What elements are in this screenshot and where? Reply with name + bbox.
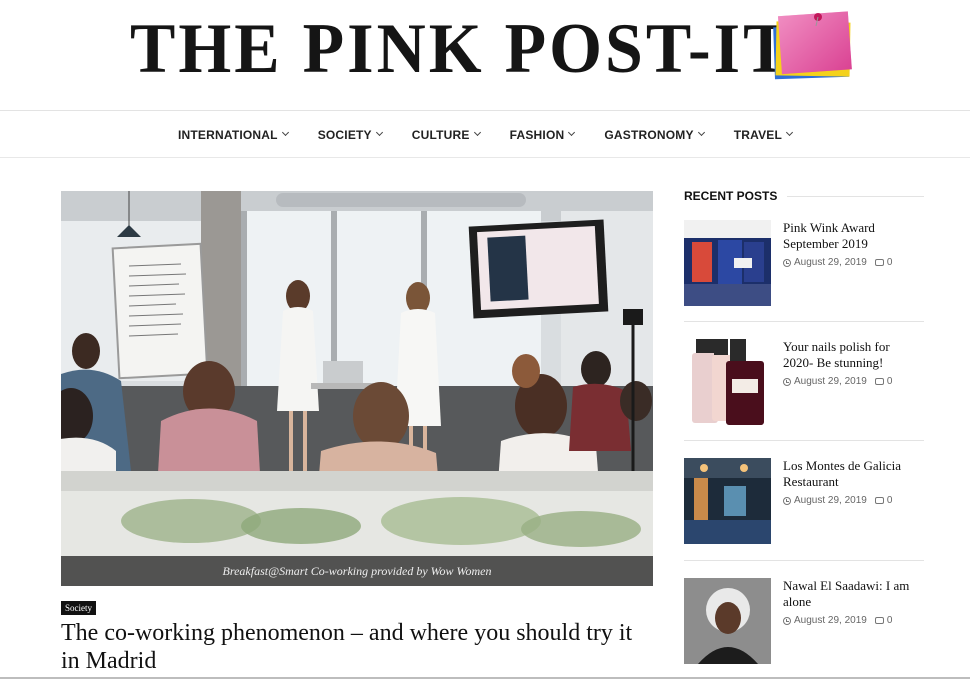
nav-label: TRAVEL: [733, 127, 783, 142]
comment-count[interactable]: 0: [887, 495, 893, 506]
post-title[interactable]: Los Montes de Galicia Restaurant: [783, 458, 923, 490]
featured-image[interactable]: Breakfast@Smart Co-working provided by W…: [61, 191, 653, 586]
comment-icon: [874, 378, 884, 385]
nav-item-international[interactable]: INTERNATIONAL: [177, 127, 289, 142]
pink-post-it-icon: [773, 11, 852, 80]
sidebar-heading-label: RECENT POSTS: [684, 189, 778, 203]
main-nav: INTERNATIONAL SOCIETY CULTURE FASHION GA…: [0, 112, 970, 158]
nav-item-society[interactable]: SOCIETY: [317, 127, 383, 142]
comment-icon: [874, 617, 884, 624]
category-badge[interactable]: Society: [61, 601, 96, 615]
post-thumbnail[interactable]: [684, 458, 771, 544]
post-meta: August 29, 2019 0: [783, 376, 892, 387]
article-title[interactable]: The co-working phenomenon – and where yo…: [61, 619, 651, 675]
clock-icon: [783, 258, 791, 267]
divider: [684, 321, 924, 322]
divider: [684, 560, 924, 561]
masthead: THE PINK POST-IT: [0, 0, 970, 111]
nav-item-travel[interactable]: TRAVEL: [733, 127, 794, 142]
chevron-down-icon: [697, 128, 705, 137]
chevron-down-icon: [375, 128, 383, 137]
clock-icon: [783, 496, 791, 505]
clock-icon: [783, 616, 791, 625]
post-date: August 29, 2019: [794, 495, 867, 506]
post-date: August 29, 2019: [794, 257, 867, 268]
chevron-down-icon: [568, 128, 576, 137]
comment-count[interactable]: 0: [887, 615, 893, 626]
comment-count[interactable]: 0: [887, 257, 893, 268]
post-thumbnail[interactable]: [684, 578, 771, 664]
divider: [684, 440, 924, 441]
recent-post-item[interactable]: Los Montes de Galicia Restaurant August …: [684, 458, 924, 546]
post-thumbnail[interactable]: [684, 339, 771, 425]
coworking-photo: [61, 191, 653, 586]
post-thumbnail[interactable]: [684, 220, 771, 306]
post-title[interactable]: Nawal El Saadawi: I am alone: [783, 578, 923, 610]
post-title[interactable]: Your nails polish for 2020- Be stunning!: [783, 339, 923, 371]
nav-label: FASHION: [509, 127, 565, 142]
site-logo[interactable]: THE PINK POST-IT: [130, 6, 791, 90]
comment-icon: [874, 259, 884, 266]
chevron-down-icon: [281, 128, 289, 137]
nav-label: SOCIETY: [317, 127, 372, 142]
heading-divider: [787, 195, 924, 197]
image-caption: Breakfast@Smart Co-working provided by W…: [61, 556, 653, 586]
post-meta: August 29, 2019 0: [783, 615, 892, 626]
nav-label: CULTURE: [411, 127, 470, 142]
nav-item-fashion[interactable]: FASHION: [509, 127, 576, 142]
comment-count[interactable]: 0: [887, 376, 893, 387]
chevron-down-icon: [473, 128, 481, 137]
post-meta: August 29, 2019 0: [783, 495, 892, 506]
recent-post-item[interactable]: Pink Wink Award September 2019 August 29…: [684, 220, 924, 308]
clock-icon: [783, 377, 791, 386]
recent-post-item[interactable]: Your nails polish for 2020- Be stunning!…: [684, 339, 924, 427]
nav-item-gastronomy[interactable]: GASTRONOMY: [604, 127, 705, 142]
site-title: THE PINK POST-IT: [130, 7, 792, 88]
comment-icon: [874, 497, 884, 504]
recent-posts-heading: RECENT POSTS: [684, 189, 924, 203]
post-date: August 29, 2019: [794, 376, 867, 387]
post-date: August 29, 2019: [794, 615, 867, 626]
nav-label: GASTRONOMY: [604, 127, 694, 142]
chevron-down-icon: [785, 128, 794, 137]
post-title[interactable]: Pink Wink Award September 2019: [783, 220, 923, 252]
nav-item-culture[interactable]: CULTURE: [411, 127, 481, 142]
post-meta: August 29, 2019 0: [783, 257, 892, 268]
nav-label: INTERNATIONAL: [177, 127, 278, 142]
recent-post-item[interactable]: Nawal El Saadawi: I am alone August 29, …: [684, 578, 924, 666]
